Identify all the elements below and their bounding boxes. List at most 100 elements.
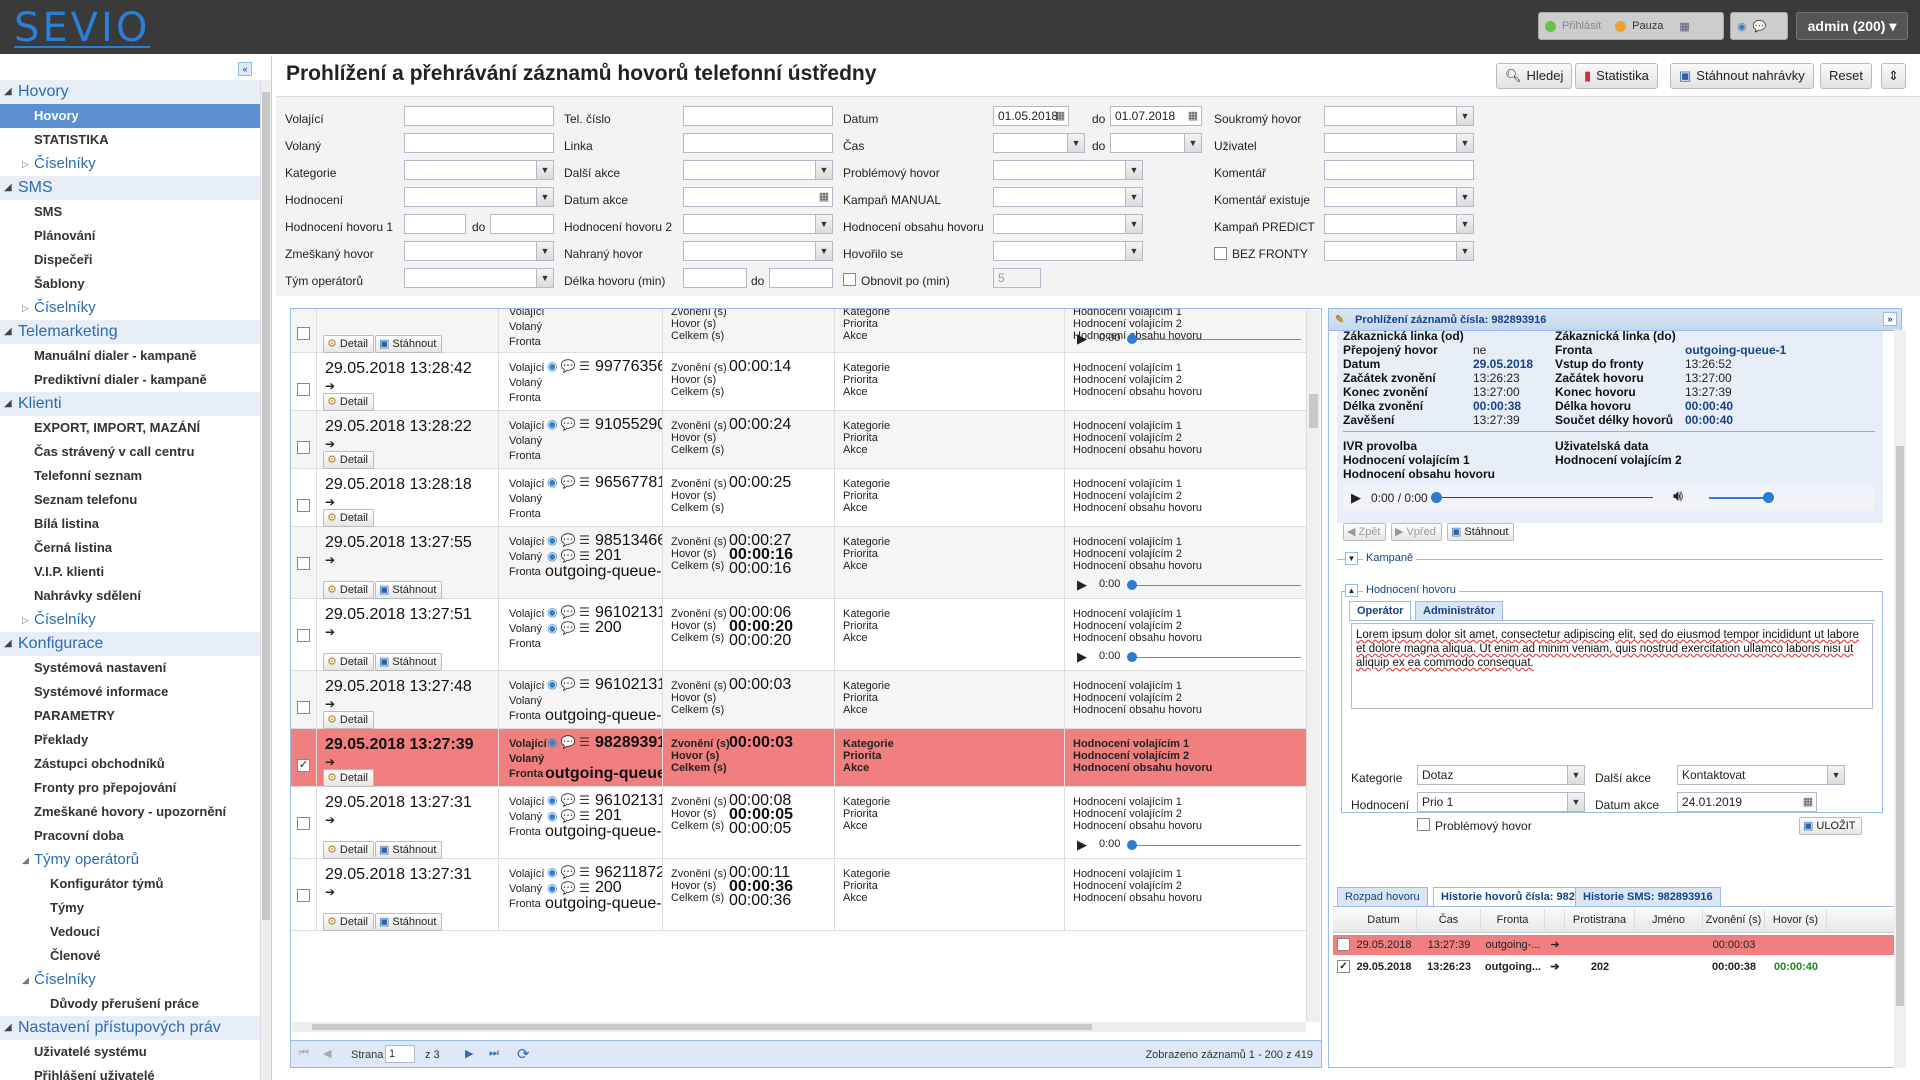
phone-icon[interactable]: ◉	[547, 793, 561, 807]
sidebar-item-clenove[interactable]: Členové	[0, 944, 260, 968]
sidebar-scroll-thumb[interactable]	[262, 92, 270, 920]
download-recording-button[interactable]: ▣ Stáhnout	[1447, 523, 1515, 541]
table-row[interactable]: ⚙Detail▣StáhnoutVolajícíVolanýFrontaoutg…	[291, 309, 1309, 353]
duration-to-input[interactable]	[769, 268, 833, 288]
menu-icon[interactable]: ☰	[579, 809, 590, 823]
pause-button[interactable]: Pauza	[1632, 20, 1663, 32]
history-column-header[interactable]: Hovor (s)	[1765, 909, 1827, 931]
chat-icon[interactable]: 💬	[561, 865, 579, 879]
rating-select[interactable]	[404, 187, 554, 207]
history-column-header[interactable]: Protistrana	[1565, 909, 1635, 931]
menu-icon[interactable]: ☰	[579, 793, 590, 807]
detail-button[interactable]: ⚙ Detail	[323, 769, 374, 787]
date-from-input[interactable]: 01.05.2018	[993, 106, 1069, 126]
detail-scrollbar[interactable]	[1894, 330, 1906, 1068]
reset-button[interactable]: Reset	[1820, 63, 1872, 89]
line-input[interactable]	[683, 133, 833, 153]
content-rating-select[interactable]	[993, 214, 1143, 234]
tab-call-breakdown[interactable]: Rozpad hovoru	[1337, 887, 1428, 907]
user-menu-button[interactable]: admin (200) ▾	[1796, 12, 1908, 40]
sidebar-item-zmeskane[interactable]: Zmeškané hovory - upozornění	[0, 800, 260, 824]
table-row[interactable]: ✓ 29.05.2018 13:27:39 ➔ ⚙ Detail Volající Vola…	[291, 729, 1309, 787]
prev-page-icon[interactable]: ◀	[323, 1047, 331, 1060]
history-row-checkbox[interactable]: ✓	[1337, 960, 1350, 973]
history-column-header[interactable]	[1545, 909, 1565, 931]
sidebar-item-predictive-dialer[interactable]: Prediktivní dialer - kampaně	[0, 368, 260, 392]
login-button[interactable]: Přihlásit	[1562, 20, 1601, 32]
row-checkbox[interactable]	[297, 383, 310, 396]
time-from-select[interactable]	[993, 133, 1085, 153]
duration-from-input[interactable]	[683, 268, 747, 288]
tab-sms-history[interactable]: Historie SMS: 982893916	[1575, 887, 1721, 907]
seek-knob[interactable]	[1127, 840, 1137, 850]
seek-track[interactable]	[1131, 845, 1301, 846]
phone-icon[interactable]: ◉	[547, 417, 561, 431]
scroll-thumb[interactable]	[1309, 394, 1318, 428]
sidebar-section-hovory[interactable]: ◢ Hovory	[0, 80, 260, 104]
sidebar-item-ciselniky[interactable]: ▷ Číselníky	[0, 152, 260, 176]
seek-track[interactable]	[1131, 585, 1301, 586]
phone-icon[interactable]: ◉	[547, 605, 561, 619]
rating-select[interactable]: Prio 1	[1417, 792, 1585, 812]
sidebar-section-klienti[interactable]: ◢ Klienti	[0, 392, 260, 416]
sidebar-item-ciselniky-konfig[interactable]: ◢ Číselníky	[0, 968, 260, 992]
detail-button[interactable]: ⚙ Detail	[323, 841, 374, 859]
action-date-input[interactable]: 24.01.2019	[1677, 792, 1817, 812]
page-input[interactable]: 1	[385, 1045, 415, 1063]
user-select[interactable]	[1324, 133, 1474, 153]
menu-icon[interactable]: ☰	[579, 533, 590, 547]
problem-call-checkbox[interactable]	[1417, 818, 1430, 831]
menu-icon[interactable]: ☰	[579, 677, 590, 691]
chat-icon[interactable]: 💬	[561, 881, 579, 895]
chat-icon[interactable]: 💬	[561, 475, 579, 489]
called-input[interactable]	[404, 133, 554, 153]
row-checkbox[interactable]	[297, 441, 310, 454]
sidebar-item-cerna-listina[interactable]: Černá listina	[0, 536, 260, 560]
sidebar-section-telemarketing[interactable]: ◢ Telemarketing	[0, 320, 260, 344]
last-page-icon[interactable]: ⏭	[489, 1047, 499, 1060]
sidebar-item-sablony[interactable]: Šablony	[0, 272, 260, 296]
table-row[interactable]: 29.05.2018 13:28:22 ➔ ⚙ Detail Volající Volan…	[291, 411, 1309, 469]
comment-exists-select[interactable]	[1324, 187, 1474, 207]
sidebar-item-prihlaseni[interactable]: Přihlášení uživatelé	[0, 1064, 260, 1080]
rating1-from-input[interactable]	[404, 214, 466, 234]
sevio-logo[interactable]: SEVIO	[14, 5, 150, 51]
sidebar-item-vedouci[interactable]: Vedoucí	[0, 920, 260, 944]
seek-knob[interactable]	[1127, 334, 1137, 344]
download-button[interactable]: ▣ Stáhnout	[375, 653, 443, 671]
chat-icon[interactable]: 💬	[561, 359, 579, 373]
detail-button[interactable]: ⚙ Detail	[323, 581, 374, 599]
sidebar-item-konfigurator-tymu[interactable]: Konfigurátor týmů	[0, 872, 260, 896]
sidebar-item-pracovni-doba[interactable]: Pracovní doba	[0, 824, 260, 848]
table-row[interactable]: 29.05.2018 13:28:42 ➔ ⚙ Detail Volající Volan…	[291, 353, 1309, 411]
table-row[interactable]: 29.05.2018 13:28:18 ➔ ⚙ Detail Volající Volan…	[291, 469, 1309, 527]
seek-track[interactable]	[1131, 657, 1301, 658]
download-button[interactable]: ▣ Stáhnout	[375, 335, 443, 353]
rating1-to-input[interactable]	[490, 214, 554, 234]
phone-icon[interactable]: ◉	[1737, 20, 1747, 33]
comment-input[interactable]	[1324, 160, 1474, 180]
sidebar-item-tymy[interactable]: Týmy	[0, 896, 260, 920]
sidebar-item-parametry[interactable]: PARAMETRY	[0, 704, 260, 728]
no-queue-checkbox[interactable]	[1214, 247, 1227, 260]
table-row[interactable]: 29.05.2018 13:27:31 ➔ ⚙ Detail ▣ Stáhnout Vola…	[291, 859, 1309, 931]
sidebar-item-preklady[interactable]: Překlady	[0, 728, 260, 752]
rating2-select[interactable]	[683, 214, 833, 234]
download-button[interactable]: ▣ Stáhnout	[375, 581, 443, 599]
collapse-rating-icon[interactable]: ▲	[1345, 584, 1358, 597]
row-checkbox[interactable]	[297, 557, 310, 570]
row-checkbox[interactable]	[297, 701, 310, 714]
sidebar-item-systemova-nastaveni[interactable]: Systémová nastavení	[0, 656, 260, 680]
phone-icon[interactable]: ◉	[547, 865, 561, 879]
sidebar-item-ciselniky-sms[interactable]: ▷ Číselníky	[0, 296, 260, 320]
download-button[interactable]: ▣ Stáhnout	[375, 841, 443, 859]
collapse-sidebar-icon[interactable]: «	[238, 62, 252, 76]
grid-vertical-scrollbar[interactable]	[1306, 310, 1320, 1022]
download-button[interactable]: ▣ Stáhnout	[375, 913, 443, 931]
sidebar-item-duvody[interactable]: Důvody přerušení práce	[0, 992, 260, 1016]
tab-administrator[interactable]: Administrátor	[1415, 601, 1504, 621]
first-page-icon[interactable]: ⏮	[299, 1047, 309, 1060]
sidebar-item-bila-listina[interactable]: Bílá listina	[0, 512, 260, 536]
refresh-minutes-spinner[interactable]: 5	[993, 268, 1041, 288]
auto-refresh-checkbox[interactable]	[843, 273, 856, 286]
